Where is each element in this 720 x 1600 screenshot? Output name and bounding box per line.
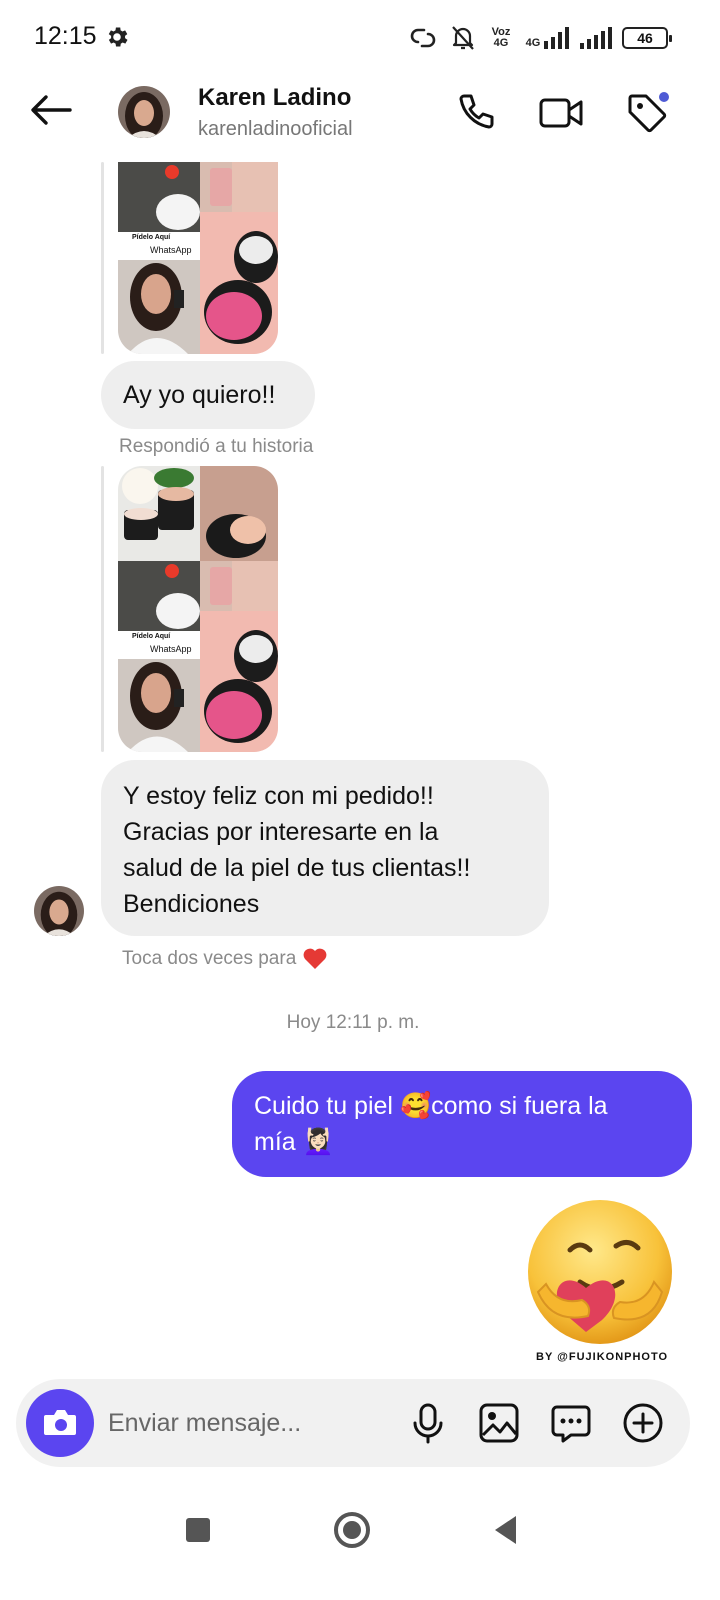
- message-composer: [16, 1379, 690, 1467]
- message-timestamp: Hoy 12:11 p. m.: [286, 1012, 420, 1033]
- signal-strength-icon: [544, 27, 569, 49]
- message-bubble-incoming[interactable]: Y estoy feliz con mi pedido!! Gracias po…: [101, 760, 549, 936]
- message-text: Ay yo quiero!!: [123, 381, 276, 409]
- double-tap-hint-text: Toca dos veces para: [122, 948, 297, 969]
- sticker-credit: BY @FUJIKONPHOTO: [536, 1351, 669, 1363]
- contact-avatar[interactable]: [118, 86, 170, 138]
- microphone-icon[interactable]: [406, 1401, 450, 1445]
- message-text-line-2: mía 💆🏻‍♀️: [254, 1124, 670, 1160]
- video-call-icon[interactable]: [538, 90, 584, 136]
- contact-handle[interactable]: karenladinooficial: [198, 118, 353, 141]
- sender-avatar[interactable]: [34, 886, 84, 936]
- back-triangle-icon[interactable]: [486, 1508, 530, 1552]
- hotspot-link-icon: [410, 28, 436, 48]
- message-bubble-outgoing[interactable]: Cuido tu piel 🥰como si fuera la mía 💆🏻‍♀…: [232, 1071, 692, 1177]
- message-text-line: Bendiciones: [123, 890, 260, 918]
- story-whatsapp-text: WhatsApp: [150, 644, 192, 654]
- back-arrow-icon[interactable]: [26, 90, 76, 130]
- camera-button[interactable]: [26, 1389, 94, 1457]
- story-collage-image: [118, 162, 278, 354]
- recent-apps-icon[interactable]: [176, 1508, 220, 1552]
- system-navigation-bar: [0, 1480, 720, 1600]
- story-thumbnail[interactable]: Pídelo Aquí WhatsApp: [118, 162, 278, 354]
- message-text-line: salud de la piel de tus clientas!!: [123, 854, 471, 882]
- camera-icon: [44, 1410, 76, 1435]
- message-bubble-incoming[interactable]: Ay yo quiero!!: [101, 361, 315, 429]
- reply-indicator-line: [101, 162, 104, 354]
- message-text: mía: [254, 1128, 303, 1156]
- settings-gear-icon: [108, 27, 128, 47]
- story-reply-label: Respondió a tu historia: [119, 436, 314, 457]
- signal-strength-2-icon: [580, 27, 612, 49]
- message-text: Cuido tu piel: [254, 1092, 400, 1120]
- story-overlay-text: Pídelo Aquí: [132, 633, 171, 640]
- voice-call-icon[interactable]: [452, 90, 498, 136]
- story-collage-image: [118, 466, 278, 752]
- notification-dot: [657, 90, 671, 104]
- message-text-line: Gracias por interesarte en la: [123, 818, 439, 846]
- avatar-photo: [118, 86, 170, 138]
- hug-emoji-sticker[interactable]: [522, 1196, 682, 1356]
- status-icons: Voz 4G 4G 46: [408, 20, 672, 56]
- story-overlay-text: Pídelo Aquí: [132, 234, 171, 241]
- chat-header: Karen Ladino karenladinooficial: [0, 76, 720, 162]
- network-4g-label: 4G: [525, 37, 541, 49]
- face-massage-emoji: 💆🏻‍♀️: [302, 1128, 334, 1156]
- sticker-chat-icon[interactable]: [549, 1401, 593, 1445]
- message-text-line: Y estoy feliz con mi pedido!!: [123, 782, 434, 810]
- message-text-line-1: Cuido tu piel 🥰como si fuera la: [254, 1088, 670, 1124]
- gallery-image-icon[interactable]: [477, 1401, 521, 1445]
- status-time: 12:15: [34, 22, 97, 50]
- smiling-hearts-emoji: 🥰: [399, 1092, 432, 1120]
- status-bar: 12:15 Voz 4G 4G 46: [0, 0, 720, 76]
- story-thumbnail[interactable]: Pídelo Aquí WhatsApp: [118, 466, 278, 752]
- add-plus-icon[interactable]: [621, 1401, 665, 1445]
- avatar-photo: [34, 886, 84, 936]
- muted-bell-icon: [452, 26, 474, 50]
- message-text: como si fuera la: [431, 1092, 608, 1120]
- contact-name[interactable]: Karen Ladino: [198, 84, 351, 112]
- double-tap-hint: Toca dos veces para: [122, 947, 328, 971]
- home-button-icon[interactable]: [330, 1508, 374, 1552]
- story-whatsapp-text: WhatsApp: [150, 245, 192, 255]
- reply-indicator-line: [101, 466, 104, 752]
- battery-indicator: 46: [622, 27, 672, 49]
- volte-label: Voz 4G: [491, 26, 511, 49]
- message-input[interactable]: [108, 1379, 388, 1467]
- heart-icon[interactable]: [302, 947, 328, 971]
